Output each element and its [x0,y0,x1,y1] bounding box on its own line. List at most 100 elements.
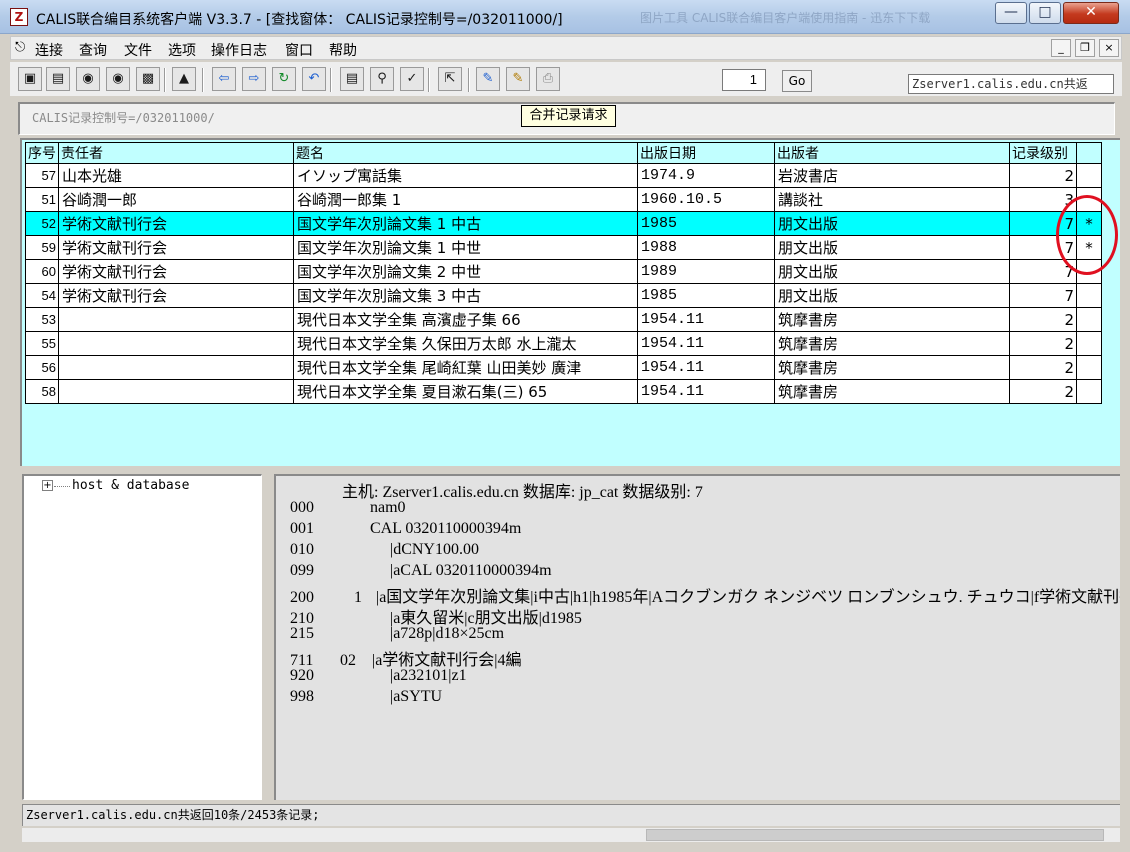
cell-title: 現代日本文学全集 尾崎紅葉 山田美妙 廣津 [293,355,638,380]
scrollbar-thumb[interactable] [646,829,1104,841]
cell-no: 51 [25,187,59,212]
horizontal-scrollbar[interactable] [22,828,1120,842]
table-row[interactable]: 51 谷崎潤一郎 谷崎潤一郎集 1 1960.10.5 講談社 3 [25,187,1102,212]
arrow-left-icon[interactable]: ⇦ [212,67,236,91]
cell-title: 現代日本文学全集 夏目漱石集(三) 65 [293,379,638,404]
merge-records-button[interactable]: 合并记录请求 [521,105,616,127]
table-row-selected[interactable]: 52 学術文献刊行会 国文学年次別論文集 1 中古 1985 朋文出版 7 * [25,211,1102,236]
menu-options[interactable]: 选项 [168,40,196,60]
cell-no: 58 [25,379,59,404]
cell-author: 学術文献刊行会 [58,259,294,284]
tree-expand-icon[interactable]: + [42,480,53,491]
connect-icon: ⎋ [15,40,26,55]
menu-connect[interactable]: 连接 [35,40,63,60]
cell-title: 谷崎潤一郎集 1 [293,187,638,212]
binoculars-icon[interactable]: ◉ [106,67,130,91]
cell-date: 1985 [637,211,775,236]
go-button[interactable]: Go [782,70,812,92]
table-row[interactable]: 60 学術文献刊行会 国文学年次別論文集 2 中世 1989 朋文出版 7 [25,259,1102,284]
select-icon[interactable]: ⇱ [438,67,462,91]
mdi-minimize-button[interactable]: _ [1051,39,1071,57]
marc-value: CAL 0320110000394m [370,520,522,537]
marc-detail-panel: 主机: Zserver1.calis.edu.cn 数据库: jp_cat 数据… [274,474,1120,800]
title-bar: Z CALIS联合编目系统客户端 V3.3.7 - [查找窗体： CALIS记录… [0,0,1130,34]
cell-no: 56 [25,355,59,380]
cell-author [58,355,294,380]
search-record-icon[interactable]: ▩ [136,67,160,91]
cell-date: 1954.11 [637,379,775,404]
marc-value: |aSYTU [390,688,443,705]
cell-publisher: 朋文出版 [774,211,1010,236]
table-row[interactable]: 58 現代日本文学全集 夏目漱石集(三) 65 1954.11 筑摩書房 2 [25,379,1102,404]
print-icon[interactable]: ⎙ [536,67,560,91]
cell-date: 1989 [637,259,775,284]
menu-file[interactable]: 文件 [124,40,152,60]
marc-value: nam0 [370,499,406,516]
marc-tag: 000 [290,499,314,516]
spellcheck-icon[interactable]: ✓ [400,67,424,91]
note-icon[interactable]: ✎ [506,67,530,91]
app-icon: Z [10,8,28,26]
undo-icon[interactable]: ↶ [302,67,326,91]
marc-tag: 099 [290,562,314,579]
cell-level: 2 [1009,163,1077,188]
mdi-close-button[interactable]: × [1099,39,1119,57]
cell-title: 国文学年次別論文集 1 中世 [293,235,638,260]
maximize-button[interactable]: □ [1029,2,1061,24]
cell-mark [1076,283,1102,308]
col-header-date[interactable]: 出版日期 [637,142,775,164]
results-table: 序号 责任者 题名 出版日期 出版者 记录级别 57 山本光雄 イソップ寓話集 … [25,142,1102,404]
page-number-input[interactable]: 1 [722,69,766,91]
col-header-no[interactable]: 序号 [25,142,59,164]
cell-author: 山本光雄 [58,163,294,188]
tree-node-host-database[interactable]: host & database [72,478,189,493]
col-header-publisher[interactable]: 出版者 [774,142,1010,164]
table-row[interactable]: 53 現代日本文学全集 高濱虚子集 66 1954.11 筑摩書房 2 [25,307,1102,332]
disconnect-icon[interactable]: ▤ [46,67,70,91]
menu-window[interactable]: 窗口 [285,40,313,60]
marc-tag: 920 [290,667,314,684]
menu-query[interactable]: 查询 [79,40,107,60]
menu-help[interactable]: 帮助 [329,40,357,60]
marc-field: 001 CAL 0320110000394m [290,520,521,538]
refresh-icon[interactable]: ↻ [272,67,296,91]
cell-publisher: 筑摩書房 [774,331,1010,356]
table-row[interactable]: 56 現代日本文学全集 尾崎紅葉 山田美妙 廣津 1954.11 筑摩書房 2 [25,355,1102,380]
arrow-right-icon[interactable]: ⇨ [242,67,266,91]
cell-title: 現代日本文学全集 高濱虚子集 66 [293,307,638,332]
edit-icon[interactable]: ✎ [476,67,500,91]
cell-publisher: 筑摩書房 [774,307,1010,332]
document-icon[interactable]: ▤ [340,67,364,91]
cell-level: 7 [1009,283,1077,308]
cell-publisher: 講談社 [774,187,1010,212]
cell-no: 53 [25,307,59,332]
marc-field: 920 |a232101|z1 [290,667,467,685]
marc-tag: 001 [290,520,314,537]
cell-no: 57 [25,163,59,188]
preview-icon[interactable]: ⚲ [370,67,394,91]
mdi-restore-button[interactable]: ❐ [1075,39,1095,57]
col-header-title[interactable]: 题名 [293,142,638,164]
cell-title: 国文学年次別論文集 1 中古 [293,211,638,236]
table-row[interactable]: 59 学術文献刊行会 国文学年次別論文集 1 中世 1988 朋文出版 7 * [25,235,1102,260]
cell-mark [1076,163,1102,188]
table-row[interactable]: 54 学術文献刊行会 国文学年次別論文集 3 中古 1985 朋文出版 7 [25,283,1102,308]
erase-icon[interactable]: ▲ [172,67,196,91]
cell-publisher: 筑摩書房 [774,379,1010,404]
col-header-author[interactable]: 责任者 [58,142,294,164]
server-field[interactable]: Zserver1.calis.edu.cn共返 [908,74,1114,94]
marc-field: 010 |dCNY100.00 [290,541,479,559]
table-row[interactable]: 57 山本光雄 イソップ寓話集 1974.9 岩波書店 2 [25,163,1102,188]
table-row[interactable]: 55 現代日本文学全集 久保田万太郎 水上瀧太 1954.11 筑摩書房 2 [25,331,1102,356]
close-button[interactable]: ✕ [1063,2,1119,24]
cell-level: 2 [1009,307,1077,332]
col-header-level[interactable]: 记录级别 [1009,142,1077,164]
menu-operation-log[interactable]: 操作日志 [211,40,267,60]
host-tree-panel: + host & database [22,474,262,800]
cell-no: 54 [25,283,59,308]
globe-icon[interactable]: ◉ [76,67,100,91]
monitor-icon[interactable]: ▣ [18,67,42,91]
menu-bar: ⎋ 连接 查询 文件 选项 操作日志 窗口 帮助 _ ❐ × [10,36,1122,60]
minimize-button[interactable]: — [995,2,1027,24]
status-bar: Zserver1.calis.edu.cn共返回10条/2453条记录; [22,804,1120,826]
